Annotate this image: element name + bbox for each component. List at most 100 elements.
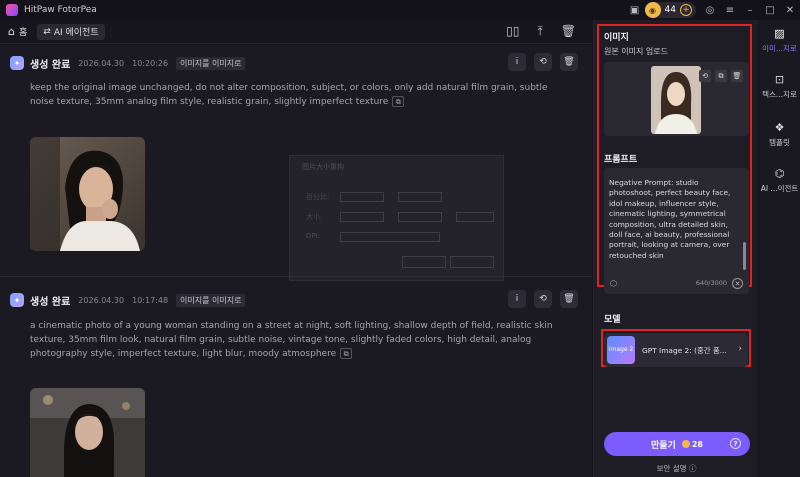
credit-count: 44 — [664, 5, 676, 15]
result-prompt-text: a cinematic photo of a young woman stand… — [30, 321, 553, 359]
faded-field — [398, 192, 442, 202]
uploaded-image-svg — [651, 66, 701, 134]
settings-panel: 이미지 원본 이미지 업로드 ⟲ ⧉ 🗑 프롬프트 Negative Promp… — [593, 20, 758, 477]
result-image-svg — [30, 137, 145, 251]
rail-label: AI ...이전트 — [760, 184, 799, 193]
model-thumbnail: Image 2 — [607, 336, 635, 364]
result-status: 생성 완료 — [30, 59, 71, 71]
info-icon[interactable]: i — [508, 53, 526, 71]
uploaded-image[interactable] — [651, 66, 701, 134]
close-icon[interactable]: ✕ — [780, 0, 800, 20]
image-section-title: 이미지 — [604, 33, 629, 43]
rail-label: 템플릿 — [769, 138, 790, 147]
rail-label: 텍스...지로 — [762, 90, 797, 99]
clear-prompt-icon[interactable]: ✕ — [732, 278, 743, 289]
cube-icon[interactable]: ⬡ — [610, 279, 617, 288]
rail-item-text-to-image[interactable]: ⊡ 텍스...지로 — [759, 72, 800, 100]
copy-icon[interactable]: ⧉ — [392, 96, 405, 107]
faded-field — [340, 212, 384, 222]
add-credit-icon[interactable]: + — [680, 4, 692, 16]
minimize-icon[interactable]: – — [740, 0, 760, 20]
feature-rail: ▨ 이미...지로 ⊡ 텍스...지로 ❖ 템플릿 ⌬ AI ...이전트 — [759, 20, 800, 477]
prompt-counter: 640/3000 — [695, 279, 727, 287]
text-to-image-icon: ⊡ — [774, 72, 785, 86]
info-icon[interactable]: i — [508, 290, 526, 308]
top-toolbar: ⌂ 홈 ⇄ AI 에이전트 ▯▯ ⤒ 🗑 — [0, 20, 592, 44]
delete-icon[interactable]: 🗑 — [560, 53, 578, 71]
crop-icon[interactable]: ⧉ — [715, 70, 727, 82]
app-logo-icon — [6, 4, 18, 16]
upload-label: 원본 이미지 업로드 — [604, 47, 668, 56]
rail-item-template[interactable]: ❖ 템플릿 — [759, 120, 800, 148]
prompt-textarea[interactable]: Negative Prompt: studio photoshoot, perf… — [604, 168, 749, 294]
result-status-icon: ✦ — [10, 293, 24, 307]
faded-row-label: 大小: — [306, 213, 323, 221]
prompt-scrollbar[interactable] — [743, 242, 746, 270]
result-image-svg — [30, 388, 145, 477]
delete-icon[interactable]: 🗑 — [560, 290, 578, 308]
result-date: 2026.04.30 — [78, 58, 125, 68]
scroll-top-icon[interactable]: ⤒ — [537, 24, 542, 39]
ai-agent-icon: ⌬ — [774, 166, 785, 180]
faded-field — [398, 212, 442, 222]
app-window: HitPaw FotorPea ▣ ◉ 44 + ◎ ≡ – □ ✕ ⌂ 홈 ⇄… — [0, 0, 800, 477]
chevron-right-icon: › — [738, 344, 742, 354]
result-prompt: keep the original image unchanged, do no… — [30, 81, 570, 109]
copy-icon[interactable]: ⧉ — [340, 348, 353, 359]
app-title: HitPaw FotorPea — [24, 5, 97, 15]
result-status-icon: ✦ — [10, 56, 24, 70]
model-name: GPT Image 2: (중간 품... — [642, 346, 727, 355]
breadcrumb-ai-agent[interactable]: ⇄ AI 에이전트 — [37, 23, 105, 40]
prompt-text: Negative Prompt: studio photoshoot, perf… — [609, 178, 731, 260]
help-icon[interactable]: ? — [730, 438, 741, 449]
title-bar: HitPaw FotorPea ▣ ◉ 44 + ◎ ≡ – □ ✕ — [0, 0, 800, 20]
replace-image-icon[interactable]: ⟲ — [699, 70, 711, 82]
switch-icon: ⇄ — [43, 26, 51, 37]
faded-resize-dialog: 图片大小重构 百分比: 大小: DPI: — [289, 155, 504, 281]
rail-item-image-to-image[interactable]: ▨ 이미...지로 — [759, 26, 800, 54]
generate-button[interactable]: 만들기 28 ? — [604, 432, 750, 456]
user-icon[interactable]: ◎ — [700, 0, 720, 20]
generate-label: 만들기 — [651, 440, 676, 451]
faded-field — [456, 212, 494, 222]
credit-pill[interactable]: ◉ 44 + — [644, 2, 696, 18]
result-time: 10:17:48 — [132, 295, 169, 305]
delete-image-icon[interactable]: 🗑 — [731, 70, 743, 82]
faded-dialog-title: 图片大小重构 — [302, 163, 344, 171]
generate-cost: 28 — [691, 439, 703, 449]
rail-item-ai-agent[interactable]: ⌬ AI ...이전트 — [759, 166, 800, 194]
model-selector[interactable]: Image 2 GPT Image 2: (중간 품... › — [604, 333, 748, 367]
home-icon[interactable]: ⌂ — [8, 25, 15, 38]
template-icon: ❖ — [774, 120, 785, 134]
home-link[interactable]: 홈 — [19, 25, 27, 38]
trash-icon[interactable]: 🗑 — [561, 24, 576, 39]
result-prompt-text: keep the original image unchanged, do no… — [30, 83, 548, 107]
book-icon[interactable]: ▯▯ — [506, 24, 519, 39]
result-status: 생성 완료 — [30, 296, 71, 308]
result-mode-tag: 이미지를 이미지로 — [176, 56, 246, 70]
model-section-title: 모델 — [604, 315, 621, 325]
security-label: 보안 설명 — [656, 464, 687, 473]
coin-icon — [681, 440, 690, 448]
maximize-icon[interactable]: □ — [760, 0, 780, 20]
info-circle-icon: ⓘ — [688, 464, 697, 473]
regenerate-icon[interactable]: ⟲ — [534, 53, 552, 71]
faded-cancel-button — [450, 256, 494, 268]
menu-icon[interactable]: ≡ — [720, 0, 740, 20]
faded-row-label: DPI: — [306, 232, 321, 240]
faded-ok-button — [402, 256, 446, 268]
result-date: 2026.04.30 — [78, 295, 125, 305]
regenerate-icon[interactable]: ⟲ — [534, 290, 552, 308]
upload-dropzone[interactable]: ⟲ ⧉ 🗑 — [604, 62, 749, 136]
result-feed[interactable]: ✦ 생성 완료 2026.04.30 10:20:26 이미지를 이미지로 i … — [0, 45, 592, 477]
image-icon: ▨ — [774, 26, 785, 40]
gift-icon[interactable]: ▣ — [625, 0, 645, 20]
faded-field — [340, 192, 384, 202]
breadcrumb-label: AI 에이전트 — [53, 28, 99, 38]
security-info[interactable]: 보안 설명 ⓘ — [594, 463, 759, 474]
rail-label: 이미...지로 — [762, 44, 797, 53]
result-prompt: a cinematic photo of a young woman stand… — [30, 319, 570, 361]
result-image[interactable] — [30, 388, 145, 477]
prompt-section-title: 프롬프트 — [604, 155, 638, 165]
result-image[interactable] — [30, 137, 145, 251]
